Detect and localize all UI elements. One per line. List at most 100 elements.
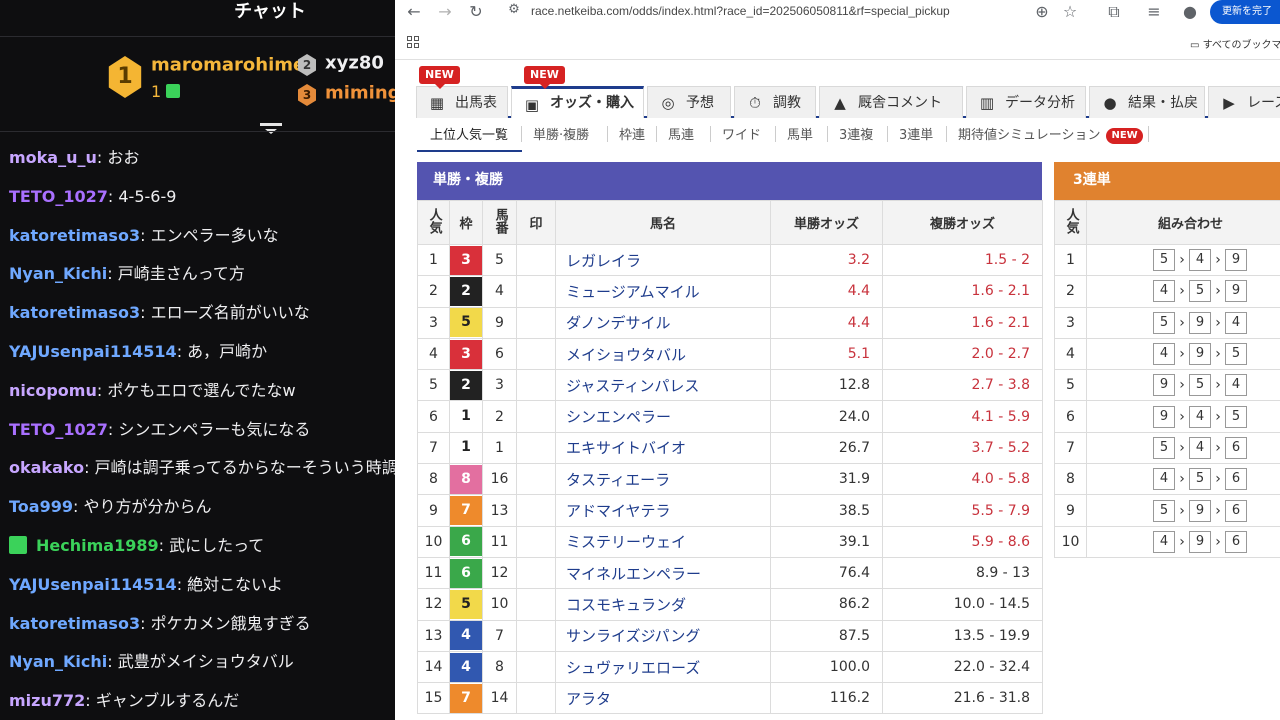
table-row[interactable]: 10 4 › 9 › 6 xyxy=(1054,525,1280,558)
zoom-icon[interactable]: ⊕ xyxy=(1031,2,1053,21)
table-row[interactable]: 3 5 9 ダノンデサイル 4.4 1.6 - 2.1 xyxy=(417,306,1043,339)
mark-cell[interactable] xyxy=(516,369,556,402)
tab-coins[interactable]: ● 結果・払戻 xyxy=(1089,86,1205,118)
col-place-odds[interactable]: 複勝オッズ xyxy=(882,200,1043,245)
mark-cell[interactable] xyxy=(516,243,556,277)
horse-name-link[interactable]: レガレイラ xyxy=(555,243,771,277)
table-row[interactable]: 13 4 7 サンライズジパング 87.5 13.5 - 19.9 xyxy=(417,619,1043,652)
mark-cell[interactable] xyxy=(516,619,556,652)
horse-name-link[interactable]: ミュージアムマイル xyxy=(555,275,771,308)
leader-1[interactable]: maromarohime xyxy=(151,54,305,80)
table-row[interactable]: 1 3 5 レガレイラ 3.2 1.5 - 2 xyxy=(417,243,1043,277)
horse-name-link[interactable]: ダノンデサイル xyxy=(555,306,771,339)
table-row[interactable]: 9 7 13 アドマイヤテラ 38.5 5.5 - 7.9 xyxy=(417,494,1043,527)
extensions-icon[interactable]: ⧉ xyxy=(1103,2,1125,22)
horse-name-link[interactable]: マイネルエンペラー xyxy=(555,556,771,590)
subtab[interactable]: 3連複 xyxy=(839,124,873,143)
chat-username[interactable]: Toa999 xyxy=(9,497,73,516)
table-row[interactable]: 5 9 › 5 › 4 xyxy=(1054,369,1280,402)
collapse-leaderboard-icon[interactable] xyxy=(260,123,282,141)
profile-icon[interactable]: ● xyxy=(1179,2,1201,21)
tab-video[interactable]: ▶ レース xyxy=(1208,86,1280,118)
subtab[interactable]: 馬連 xyxy=(668,124,694,143)
leader-3[interactable]: miminga xyxy=(325,82,395,108)
horse-name-link[interactable]: ジャスティンパレス xyxy=(555,369,771,402)
table-row[interactable]: 4 4 › 9 › 5 xyxy=(1054,337,1280,371)
subtab[interactable]: 枠連 xyxy=(619,124,645,143)
chat-username[interactable]: katoretimaso3 xyxy=(9,614,140,633)
chat-username[interactable]: katoretimaso3 xyxy=(9,226,140,245)
mark-cell[interactable] xyxy=(516,556,556,590)
table-row[interactable]: 12 5 10 コスモキュランダ 86.2 10.0 - 14.5 xyxy=(417,588,1043,621)
subtab[interactable]: 上位人気一覧 xyxy=(430,124,508,143)
table-row[interactable]: 14 4 8 シュヴァリエローズ 100.0 22.0 - 32.4 xyxy=(417,650,1043,684)
horse-name-link[interactable]: ミステリーウェイ xyxy=(555,525,771,558)
mark-cell[interactable] xyxy=(516,400,556,433)
chat-username[interactable]: TETO_1027 xyxy=(9,187,108,206)
subtab[interactable]: 期待値シミュレーション NEW xyxy=(958,124,1143,144)
table-row[interactable]: 8 8 16 タスティエーラ 31.9 4.0 - 5.8 xyxy=(417,463,1043,496)
table-row[interactable]: 6 9 › 4 › 5 xyxy=(1054,400,1280,433)
table-row[interactable]: 6 1 2 シンエンペラー 24.0 4.1 - 5.9 xyxy=(417,400,1043,433)
horse-name-link[interactable]: メイショウタバル xyxy=(555,337,771,371)
table-row[interactable]: 9 5 › 9 › 6 xyxy=(1054,494,1280,527)
subtab[interactable]: 単勝·複勝 xyxy=(533,124,589,143)
subtab[interactable]: ワイド xyxy=(722,124,761,143)
mark-cell[interactable] xyxy=(516,306,556,339)
mark-cell[interactable] xyxy=(516,431,556,465)
subtab[interactable]: 3連単 xyxy=(899,124,933,143)
mark-cell[interactable] xyxy=(516,463,556,496)
table-row[interactable]: 2 4 › 5 › 9 xyxy=(1054,275,1280,308)
chat-username[interactable]: Nyan_Kichi xyxy=(9,264,107,283)
back-icon[interactable]: ← xyxy=(403,2,425,21)
mark-cell[interactable] xyxy=(516,650,556,684)
chat-username[interactable]: YAJUsenpai114514 xyxy=(9,342,177,361)
chat-username[interactable]: okakako xyxy=(9,458,84,477)
table-row[interactable]: 15 7 14 アラタ 116.2 21.6 - 31.8 xyxy=(417,682,1043,715)
horse-name-link[interactable]: エキサイトバイオ xyxy=(555,431,771,465)
horse-name-link[interactable]: アドマイヤテラ xyxy=(555,494,771,527)
mark-cell[interactable] xyxy=(516,588,556,621)
chat-username[interactable]: Hechima1989 xyxy=(36,536,159,555)
media-icon[interactable]: ≡ xyxy=(1143,2,1165,21)
chat-username[interactable]: TETO_1027 xyxy=(9,420,108,439)
table-row[interactable]: 1 5 › 4 › 9 xyxy=(1054,243,1280,277)
mark-cell[interactable] xyxy=(516,337,556,371)
bookmark-star-icon[interactable]: ☆ xyxy=(1059,2,1081,21)
all-bookmarks-button[interactable]: ▭ すべてのブックマーク xyxy=(1190,36,1280,51)
chat-username[interactable]: katoretimaso3 xyxy=(9,303,140,322)
mark-cell[interactable] xyxy=(516,682,556,715)
chat-username[interactable]: nicopomu xyxy=(9,381,97,400)
address-bar-url[interactable]: race.netkeiba.com/odds/index.html?race_i… xyxy=(531,4,950,18)
horse-name-link[interactable]: タスティエーラ xyxy=(555,463,771,496)
table-row[interactable]: 2 2 4 ミュージアムマイル 4.4 1.6 - 2.1 xyxy=(417,275,1043,308)
reload-icon[interactable]: ↻ xyxy=(465,2,487,21)
tab-target[interactable]: ◎ 予想 xyxy=(647,86,731,118)
tab-bar-chart[interactable]: ▥ データ分析 xyxy=(966,86,1086,118)
chat-username[interactable]: moka_u_u xyxy=(9,148,97,167)
tab-stopwatch[interactable]: ⏱ 調教 xyxy=(734,86,816,118)
mark-cell[interactable] xyxy=(516,275,556,308)
tab-odds[interactable]: ▣ オッズ・購入 xyxy=(511,86,644,118)
table-row[interactable]: 10 6 11 ミステリーウェイ 39.1 5.9 - 8.6 xyxy=(417,525,1043,558)
table-row[interactable]: 8 4 › 5 › 6 xyxy=(1054,463,1280,496)
table-row[interactable]: 7 5 › 4 › 6 xyxy=(1054,431,1280,465)
table-row[interactable]: 11 6 12 マイネルエンペラー 76.4 8.9 - 13 xyxy=(417,556,1043,590)
chat-username[interactable]: mizu772 xyxy=(9,691,85,710)
col-win-odds[interactable]: 単勝オッズ xyxy=(770,200,883,245)
chat-username[interactable]: Nyan_Kichi xyxy=(9,652,107,671)
update-button[interactable]: 更新を完了 xyxy=(1210,0,1280,24)
leader-2[interactable]: xyz80 xyxy=(325,52,384,78)
table-row[interactable]: 3 5 › 9 › 4 xyxy=(1054,306,1280,339)
table-row[interactable]: 5 2 3 ジャスティンパレス 12.8 2.7 - 3.8 xyxy=(417,369,1043,402)
table-row[interactable]: 4 3 6 メイショウタバル 5.1 2.0 - 2.7 xyxy=(417,337,1043,371)
apps-icon[interactable] xyxy=(407,36,419,48)
forward-icon[interactable]: → xyxy=(434,2,456,21)
table-row[interactable]: 7 1 1 エキサイトバイオ 26.7 3.7 - 5.2 xyxy=(417,431,1043,465)
horse-name-link[interactable]: サンライズジパング xyxy=(555,619,771,652)
subtab[interactable]: 馬単 xyxy=(787,124,813,143)
mark-cell[interactable] xyxy=(516,494,556,527)
horse-name-link[interactable]: コスモキュランダ xyxy=(555,588,771,621)
horse-name-link[interactable]: シュヴァリエローズ xyxy=(555,650,771,684)
horse-name-link[interactable]: アラタ xyxy=(555,682,771,715)
